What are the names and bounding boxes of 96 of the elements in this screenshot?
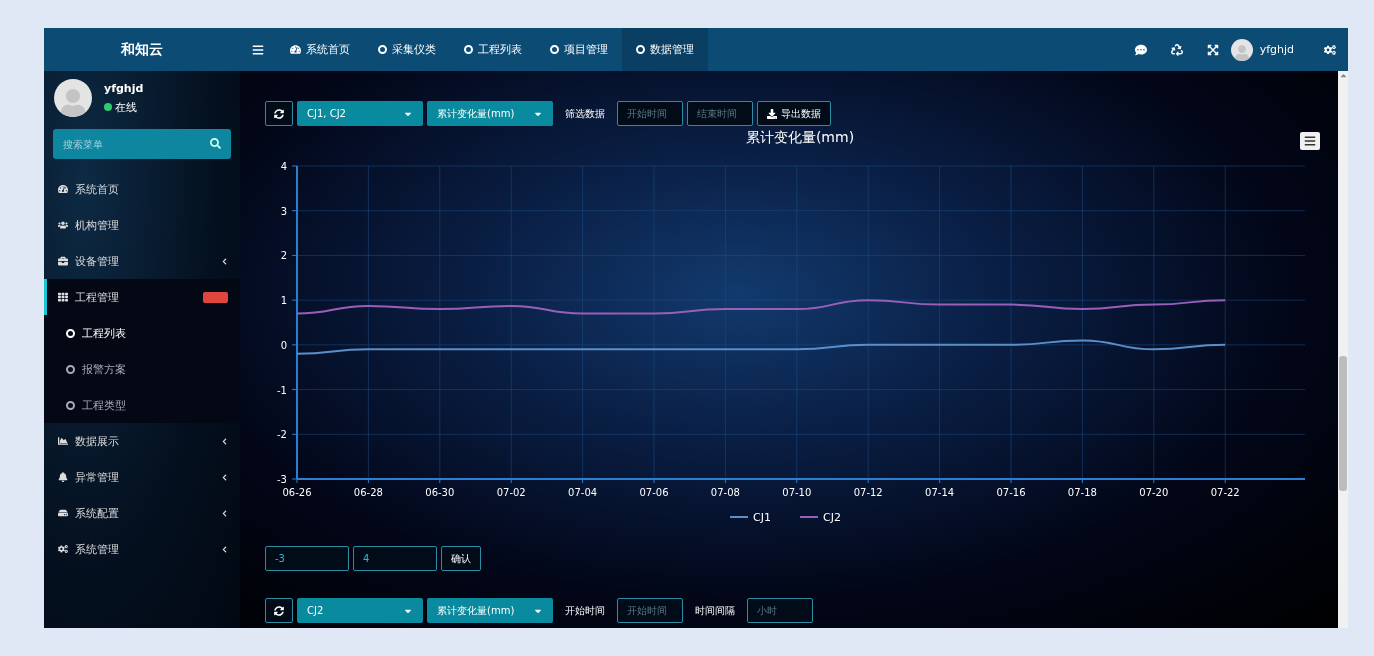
sidebar-item[interactable]: 设备管理 xyxy=(44,243,240,279)
download-icon xyxy=(767,108,777,119)
menu-icon xyxy=(252,43,264,56)
nav-tab[interactable]: 项目管理 xyxy=(536,28,622,71)
legend-label[interactable]: CJ2 xyxy=(823,511,841,524)
area-chart-icon xyxy=(58,436,68,446)
refresh-button[interactable] xyxy=(265,101,293,126)
chart-title: 累计变化量(mm) xyxy=(745,129,855,145)
x-tick-label: 07-18 xyxy=(1067,487,1097,498)
avatar-icon xyxy=(54,79,92,117)
gauge-icon xyxy=(290,44,301,55)
metric-select[interactable]: 累计变化量(mm) xyxy=(427,598,553,623)
sidebar-item[interactable]: 系统配置 xyxy=(44,495,240,531)
x-tick-label: 07-14 xyxy=(925,487,955,498)
legend-label[interactable]: CJ1 xyxy=(753,511,771,524)
scrollbar-thumb[interactable] xyxy=(1339,356,1347,491)
sidebar-item[interactable]: 机构管理 xyxy=(44,207,240,243)
cogs-icon xyxy=(58,544,68,554)
bell-icon xyxy=(58,472,68,482)
chart-menu-button[interactable] xyxy=(1300,132,1320,150)
x-tick-label: 06-30 xyxy=(425,487,455,498)
x-tick-label: 07-06 xyxy=(639,487,669,498)
export-button[interactable]: 导出数据 xyxy=(757,101,831,126)
y-max-field[interactable]: 4 xyxy=(353,546,437,571)
x-tick-label: 07-20 xyxy=(1139,487,1169,498)
y-tick-label: -3 xyxy=(277,474,287,485)
y-tick-label: -1 xyxy=(277,384,287,396)
sidebar-item[interactable]: 异常管理 xyxy=(44,459,240,495)
sidebar-item[interactable]: 系统管理 xyxy=(44,531,240,567)
brand-name: 和知云 xyxy=(120,40,164,59)
x-tick-label: 06-28 xyxy=(353,487,383,498)
interval-label: 时间间隔 xyxy=(695,603,735,618)
gauge-icon xyxy=(58,184,68,194)
x-tick-label: 07-08 xyxy=(710,487,740,498)
avatar-icon[interactable] xyxy=(1230,38,1253,61)
start-time-field[interactable]: 开始时间 xyxy=(617,598,683,623)
search-icon xyxy=(210,138,221,149)
user-name[interactable]: yfghjd xyxy=(1259,43,1294,56)
scroll-up-icon xyxy=(1338,71,1348,80)
recycle-icon xyxy=(1170,43,1183,56)
nav-tab[interactable]: 数据管理 xyxy=(622,28,708,71)
briefcase-icon xyxy=(58,256,68,266)
refresh-icon xyxy=(274,108,284,119)
sidebar-item[interactable]: 工程管理 xyxy=(44,279,240,315)
y-tick-label: 2 xyxy=(280,250,287,262)
y-tick-label: 0 xyxy=(280,339,287,351)
users-icon xyxy=(58,220,68,230)
circle-icon xyxy=(66,328,75,338)
nav-tab[interactable]: 系统首页 xyxy=(276,28,364,71)
x-tick-label: 07-22 xyxy=(1210,487,1240,498)
settings-icon xyxy=(1324,43,1336,56)
fullscreen-icon xyxy=(1206,43,1219,56)
nav-tab[interactable]: 工程列表 xyxy=(450,28,536,71)
status-text: 在线 xyxy=(115,99,137,115)
circle-icon xyxy=(636,45,645,54)
x-tick-label: 07-02 xyxy=(496,487,526,498)
circle-icon xyxy=(464,45,473,54)
scrollbar[interactable] xyxy=(1338,71,1348,628)
y-tick-label: -2 xyxy=(277,429,287,441)
circle-icon xyxy=(550,45,559,54)
x-tick-label: 07-10 xyxy=(782,487,812,498)
refresh-icon xyxy=(274,605,284,616)
sidebar-subitem[interactable]: 工程列表 xyxy=(44,315,240,351)
x-tick-label: 06-26 xyxy=(282,487,312,498)
chat-icon xyxy=(1134,43,1147,56)
drive-icon xyxy=(58,508,68,518)
circle-icon xyxy=(378,45,387,54)
sensor-select[interactable]: CJ1, CJ2 xyxy=(297,101,423,126)
y-tick-label: 3 xyxy=(280,205,287,217)
end-time-field[interactable]: 结束时间 xyxy=(687,101,753,126)
y-tick-label: 4 xyxy=(280,161,287,172)
y-tick-label: 1 xyxy=(280,295,287,307)
sidebar-item[interactable]: 数据展示 xyxy=(44,423,240,459)
start-time-field[interactable]: 开始时间 xyxy=(617,101,683,126)
sidebar-item[interactable]: 系统首页 xyxy=(44,171,240,207)
sensor-select[interactable]: CJ2 xyxy=(297,598,423,623)
x-tick-label: 07-16 xyxy=(996,487,1026,498)
y-min-field[interactable]: -3 xyxy=(265,546,349,571)
circle-icon xyxy=(66,400,75,410)
start-time-label: 开始时间 xyxy=(565,603,605,618)
x-tick-label: 07-12 xyxy=(853,487,883,498)
circle-icon xyxy=(66,364,75,374)
refresh-button[interactable] xyxy=(265,598,293,623)
x-tick-label: 07-04 xyxy=(568,487,598,498)
menu-icon xyxy=(1304,135,1316,147)
sidebar-subitem[interactable]: 工程类型 xyxy=(44,387,240,423)
search-field[interactable]: 搜索菜单 xyxy=(53,129,231,159)
grid-icon xyxy=(58,292,68,302)
filter-label: 筛选数据 xyxy=(565,106,605,121)
profile-name: yfghjd xyxy=(104,81,144,95)
interval-field[interactable]: 小时 xyxy=(747,598,813,623)
online-dot xyxy=(104,103,112,111)
nav-tab[interactable]: 采集仪类 xyxy=(364,28,450,71)
sidebar-subitem[interactable]: 报警方案 xyxy=(44,351,240,387)
metric-select[interactable]: 累计变化量(mm) xyxy=(427,101,553,126)
confirm-button[interactable]: 确认 xyxy=(441,546,481,571)
